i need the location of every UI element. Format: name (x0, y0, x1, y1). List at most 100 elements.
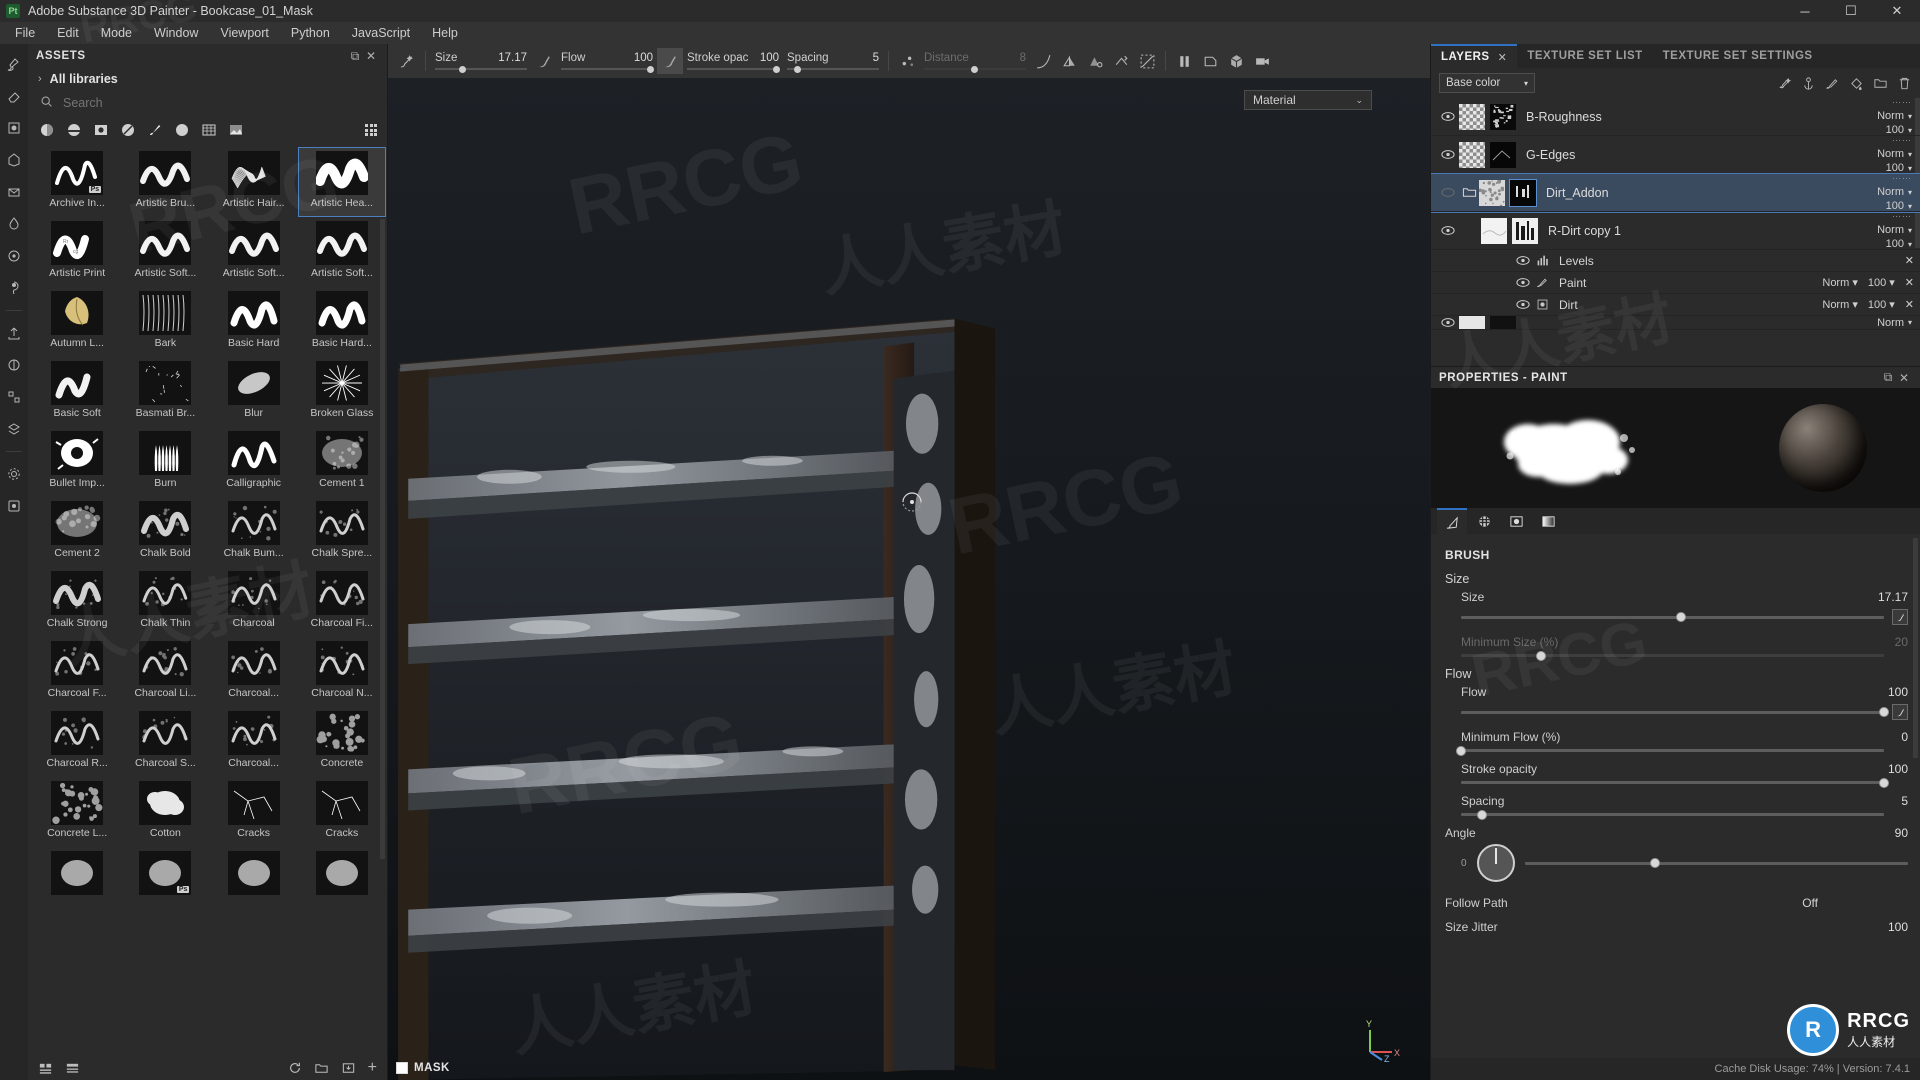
tab-texture-set-settings[interactable]: TEXTURE SET SETTINGS (1653, 44, 1823, 68)
asset-item[interactable]: Cement 1 (299, 428, 385, 496)
folder-icon[interactable] (314, 1061, 329, 1076)
search-input[interactable] (63, 96, 375, 110)
asset-item[interactable]: Artistic Soft... (211, 218, 297, 286)
settings-icon[interactable] (4, 464, 24, 484)
mirror-plane-icon[interactable] (1082, 48, 1108, 74)
eraser-icon[interactable] (4, 86, 24, 106)
folder-icon[interactable] (1459, 185, 1479, 200)
effect-blend-mode[interactable]: Norm ▾ (1822, 276, 1857, 289)
assets-scrollbar[interactable] (380, 219, 385, 859)
gradient-tab[interactable] (1533, 508, 1563, 534)
property-slider[interactable] (1461, 813, 1884, 816)
layer-drag-handle[interactable]: ⋯⋯ (1892, 98, 1912, 108)
asset-item[interactable]: Rr cg Artistic Print (34, 218, 120, 286)
param-slider[interactable] (924, 68, 1026, 70)
close-panel-icon[interactable]: ✕ (363, 48, 379, 64)
asset-item[interactable]: Chalk Strong (34, 568, 120, 636)
menu-item-help[interactable]: Help (421, 22, 469, 44)
pause-icon[interactable] (1171, 48, 1197, 74)
brush-filter-icon[interactable] (146, 122, 163, 139)
asset-item[interactable]: Ps (122, 848, 208, 916)
menu-item-window[interactable]: Window (143, 22, 209, 44)
smart-mask-filter-icon[interactable] (119, 122, 136, 139)
asset-item[interactable]: Artistic Bru... (122, 148, 208, 216)
param-distance[interactable]: Distance 8 (920, 44, 1030, 78)
property-slider[interactable] (1461, 749, 1884, 752)
grid-view-icon[interactable] (365, 124, 377, 136)
asset-item[interactable]: Autumn L... (34, 288, 120, 356)
material-picker-icon[interactable] (4, 278, 24, 298)
property-slider[interactable] (1461, 711, 1884, 714)
scatter-dots-icon[interactable] (894, 48, 920, 74)
param-slider[interactable] (787, 68, 879, 70)
property-angle[interactable]: Angle 90 0 (1445, 826, 1908, 882)
asset-item[interactable]: Charcoal (211, 568, 297, 636)
asset-item[interactable]: Basic Hard... (299, 288, 385, 356)
slider-knob[interactable] (971, 66, 978, 73)
material-filter-icon[interactable] (38, 122, 55, 139)
folder-icon[interactable] (1873, 76, 1888, 91)
layer-visibility-icon[interactable] (1437, 187, 1459, 198)
float-panel-icon[interactable]: ⧉ (347, 48, 363, 64)
param-stroke-opac[interactable]: Stroke opac 100 (683, 44, 783, 78)
effect-remove-icon[interactable]: ✕ (1905, 254, 1914, 267)
layer-thumbnail[interactable] (1481, 218, 1507, 244)
layer-effect-row[interactable]: Paint Norm ▾ 100 ▾ ✕ (1431, 272, 1920, 294)
slider-knob[interactable] (647, 66, 654, 73)
pen-pressure-icon[interactable] (1892, 704, 1908, 720)
import-icon[interactable] (341, 1061, 356, 1076)
angle-control[interactable]: 0 (1445, 844, 1908, 882)
list-view-icon[interactable] (38, 1061, 53, 1076)
asset-item[interactable]: Broken Glass (299, 358, 385, 426)
slider-knob[interactable] (1676, 612, 1686, 622)
slider-knob[interactable] (1650, 858, 1660, 868)
pen-pressure-icon[interactable] (1892, 609, 1908, 625)
layer-drag-handle[interactable]: ⋯⋯ (1892, 173, 1912, 184)
add-icon[interactable]: + (368, 1059, 377, 1077)
paint-layer-icon[interactable] (1825, 76, 1840, 91)
property-slider[interactable] (1461, 654, 1884, 657)
effect-visibility-icon[interactable] (1513, 277, 1533, 288)
asset-item[interactable]: Chalk Thin (122, 568, 208, 636)
polygon-fill-icon[interactable] (4, 182, 24, 202)
slider-knob[interactable] (794, 66, 801, 73)
layer-blend-mode[interactable]: Norm ▾ (1877, 148, 1912, 160)
layer-blend-mode[interactable]: Norm ▾ (1877, 186, 1912, 198)
menu-item-javascript[interactable]: JavaScript (341, 22, 421, 44)
effect-remove-icon[interactable]: ✕ (1905, 298, 1914, 311)
brush-tab[interactable] (1437, 508, 1467, 534)
asset-item[interactable]: Charcoal N... (299, 638, 385, 706)
minimize-button[interactable]: ─ (1782, 0, 1828, 22)
asset-item[interactable]: Basic Soft (34, 358, 120, 426)
projection-icon[interactable] (4, 118, 24, 138)
brush-icon[interactable] (4, 54, 24, 74)
export-icon[interactable] (4, 323, 24, 343)
close-panel-icon[interactable]: ✕ (1896, 370, 1912, 386)
cube-3d-icon[interactable] (1223, 48, 1249, 74)
layer-mask-thumbnail[interactable] (1490, 316, 1516, 330)
refresh-icon[interactable] (288, 1061, 302, 1075)
property-slider[interactable] (1461, 616, 1884, 619)
slider-knob[interactable] (1879, 707, 1889, 717)
layer-visibility-icon[interactable] (1437, 149, 1459, 160)
layer-mask-thumbnail[interactable] (1510, 180, 1536, 206)
param-size[interactable]: Size 17.17 (431, 44, 531, 78)
angle-slider[interactable] (1525, 862, 1908, 865)
property-stroke-opacity[interactable]: Stroke opacity 100 (1445, 762, 1908, 784)
environment-filter-icon[interactable] (227, 122, 244, 139)
effect-visibility-icon[interactable] (1513, 299, 1533, 310)
asset-item[interactable]: Charcoal R... (34, 708, 120, 776)
alpha-filter-icon[interactable] (173, 122, 190, 139)
properties-scrollbar[interactable] (1913, 538, 1918, 758)
library-selector[interactable]: › All libraries (28, 68, 387, 90)
geometry-fill-icon[interactable] (4, 150, 24, 170)
asset-item[interactable]: Artistic Soft... (122, 218, 208, 286)
param-spacing[interactable]: Spacing 5 (783, 44, 883, 78)
asset-item[interactable]: Cement 2 (34, 498, 120, 566)
asset-item[interactable]: Calligraphic (211, 428, 297, 496)
viewport-3d[interactable]: Material ⌄ Y X Z MASK RRCG (388, 78, 1430, 1080)
asset-item[interactable] (211, 848, 297, 916)
property-minimum-flow-[interactable]: Minimum Flow (%) 0 (1445, 730, 1908, 752)
curve-icon[interactable] (1030, 48, 1056, 74)
fill-layer-icon[interactable] (1849, 76, 1864, 91)
